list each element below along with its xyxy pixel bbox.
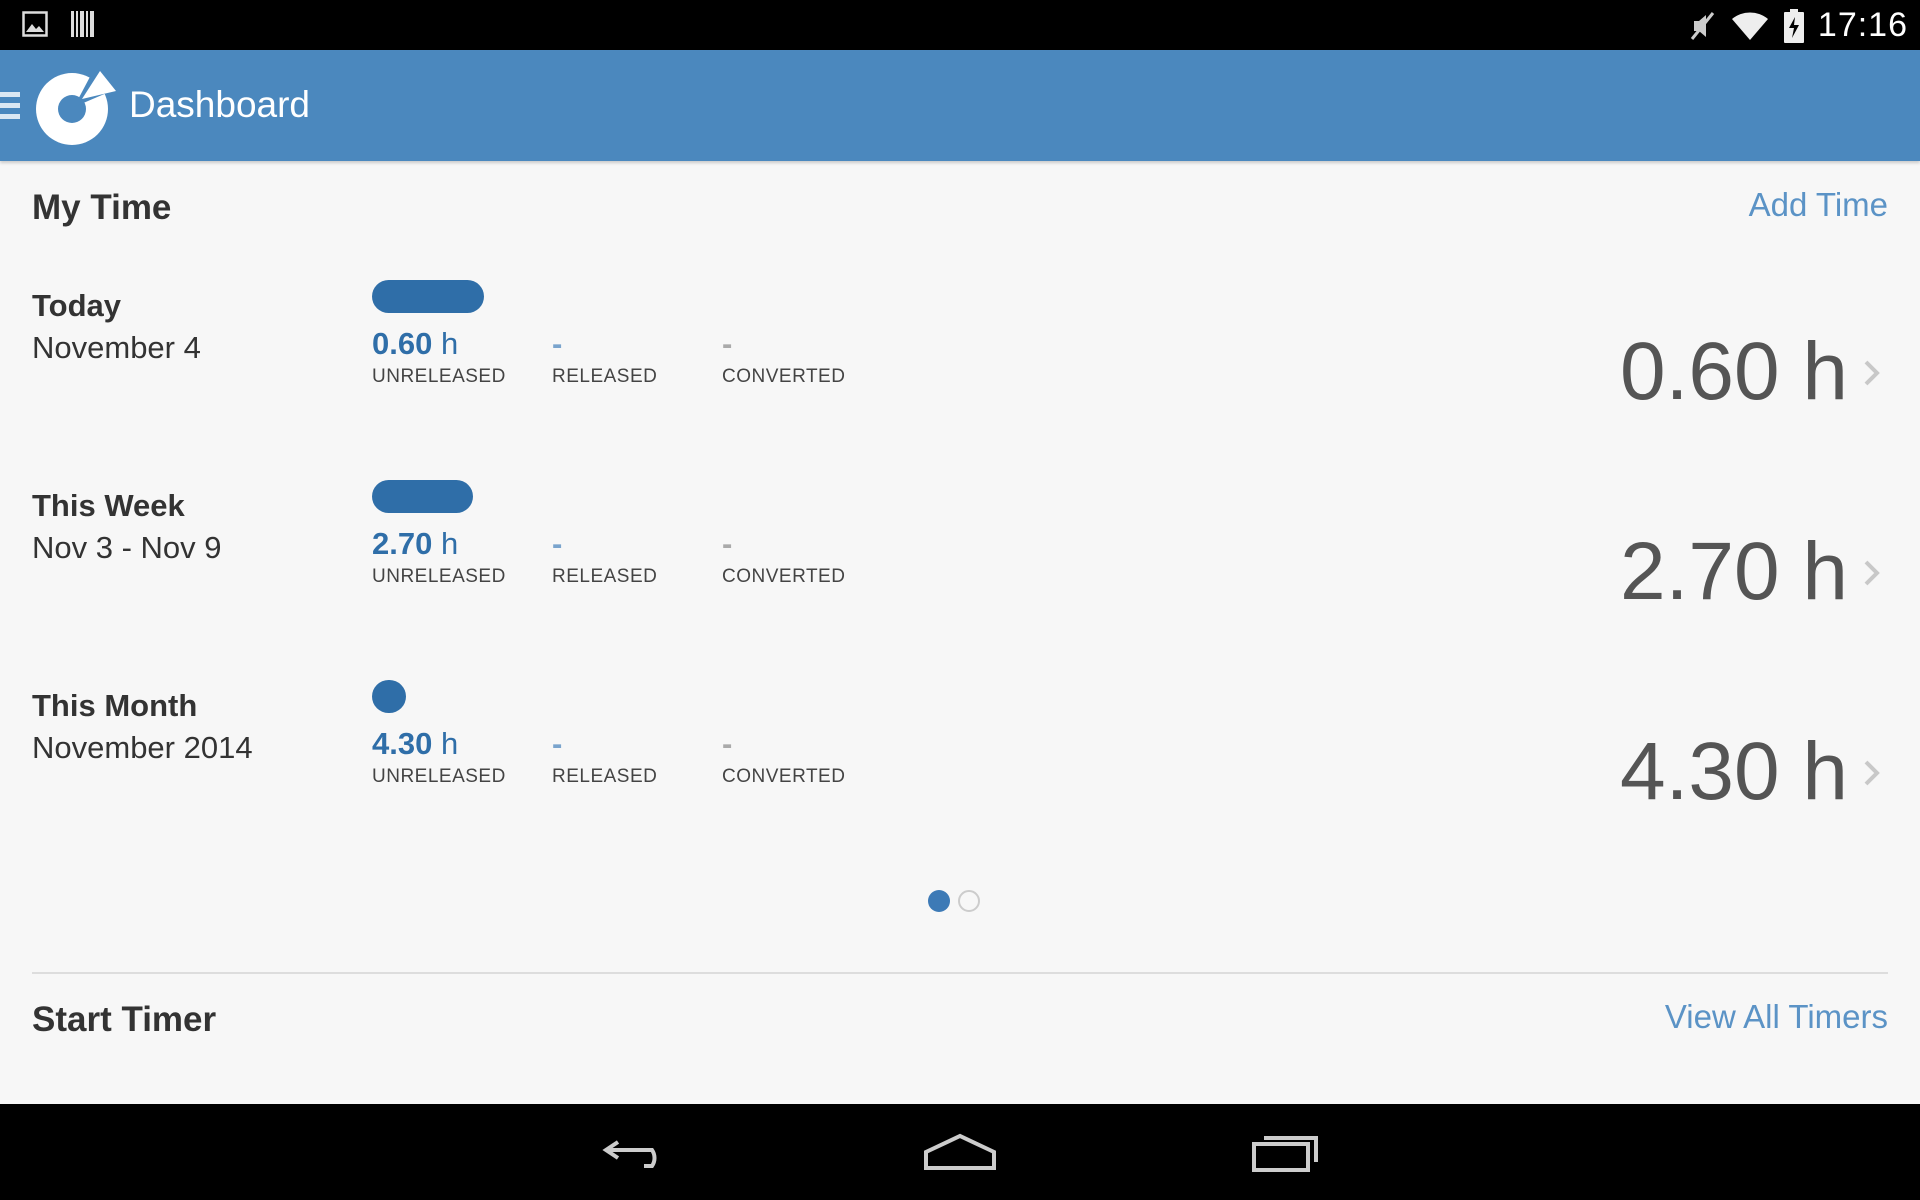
row-period-label: Today: [32, 288, 121, 323]
action-bar: Dashboard: [0, 50, 1920, 161]
unreleased-value: 2.70: [372, 526, 433, 561]
row-total-hours: 2.70 h: [1620, 526, 1848, 617]
converted-value: -: [722, 326, 733, 361]
chevron-right-icon: [1864, 360, 1880, 386]
unreleased-value: 4.30: [372, 726, 433, 761]
converted-value: -: [722, 726, 733, 761]
time-summary-row[interactable]: This Week Nov 3 - Nov 9 2.70 h UNRELEASE…: [0, 480, 1920, 670]
row-total-hours: 0.60 h: [1620, 326, 1848, 417]
recents-icon[interactable]: [1250, 1128, 1322, 1176]
section-divider: [32, 972, 1888, 974]
unreleased-caption: UNRELEASED: [372, 366, 506, 387]
released-caption: RELEASED: [552, 766, 658, 787]
status-left: [22, 10, 96, 38]
my-time-title: My Time: [32, 188, 172, 227]
converted-metric: - CONVERTED: [722, 526, 845, 588]
converted-metric: - CONVERTED: [722, 726, 845, 788]
home-icon[interactable]: [922, 1128, 998, 1176]
converted-metric: - CONVERTED: [722, 326, 845, 388]
converted-caption: CONVERTED: [722, 766, 846, 787]
pager-indicator: [928, 890, 980, 912]
add-time-link[interactable]: Add Time: [1749, 186, 1888, 224]
clock: 17:16: [1817, 6, 1908, 44]
unreleased-metric: 0.60 h UNRELEASED: [372, 326, 506, 388]
row-total-hours: 4.30 h: [1620, 726, 1848, 817]
released-value: -: [552, 326, 563, 361]
row-period-label: This Week: [32, 488, 185, 523]
unreleased-unit: h: [440, 726, 459, 761]
unreleased-bar: [372, 480, 473, 513]
start-timer-title: Start Timer: [32, 1000, 217, 1039]
wifi-icon: [1731, 11, 1768, 40]
view-all-timers-link[interactable]: View All Timers: [1665, 998, 1888, 1036]
released-value: -: [552, 526, 563, 561]
pager-dot-inactive[interactable]: [958, 890, 980, 912]
unreleased-metric: 4.30 h UNRELEASED: [372, 726, 506, 788]
back-icon[interactable]: [600, 1128, 672, 1176]
row-period-date: Nov 3 - Nov 9: [32, 530, 222, 565]
app-logo-icon[interactable]: [30, 67, 118, 147]
time-summary-row[interactable]: This Month November 2014 4.30 h UNRELEAS…: [0, 680, 1920, 870]
chevron-right-icon: [1864, 560, 1880, 586]
time-summary-row[interactable]: Today November 4 0.60 h UNRELEASED - REL…: [0, 280, 1920, 470]
unreleased-unit: h: [440, 526, 459, 561]
released-metric: - RELEASED: [552, 326, 657, 388]
image-icon: [22, 11, 48, 37]
converted-caption: CONVERTED: [722, 366, 846, 387]
status-bar: 17:16: [0, 0, 1920, 50]
menu-icon[interactable]: [0, 92, 20, 120]
pager-dot-active[interactable]: [928, 890, 950, 912]
barcode-icon: [71, 11, 94, 37]
navigation-bar: [0, 1104, 1920, 1200]
screen: 17:16 Dashboard My Time Add Time Today N…: [0, 0, 1920, 1200]
released-caption: RELEASED: [552, 566, 658, 587]
unreleased-caption: UNRELEASED: [372, 566, 506, 587]
battery-icon: [1783, 8, 1804, 43]
unreleased-metric: 2.70 h UNRELEASED: [372, 526, 506, 588]
mute-icon: [1690, 11, 1715, 40]
unreleased-caption: UNRELEASED: [372, 766, 506, 787]
converted-value: -: [722, 526, 733, 561]
status-right: 17:16: [1688, 6, 1908, 45]
unreleased-bar: [372, 680, 406, 713]
row-period-date: November 4: [32, 330, 201, 365]
released-metric: - RELEASED: [552, 526, 657, 588]
row-period-label: This Month: [32, 688, 198, 723]
row-period-date: November 2014: [32, 730, 253, 765]
released-value: -: [552, 726, 563, 761]
app-title: Dashboard: [129, 84, 311, 125]
unreleased-bar: [372, 280, 484, 313]
unreleased-unit: h: [440, 326, 459, 361]
released-caption: RELEASED: [552, 366, 658, 387]
chevron-right-icon: [1864, 760, 1880, 786]
released-metric: - RELEASED: [552, 726, 657, 788]
unreleased-value: 0.60: [372, 326, 433, 361]
converted-caption: CONVERTED: [722, 566, 846, 587]
